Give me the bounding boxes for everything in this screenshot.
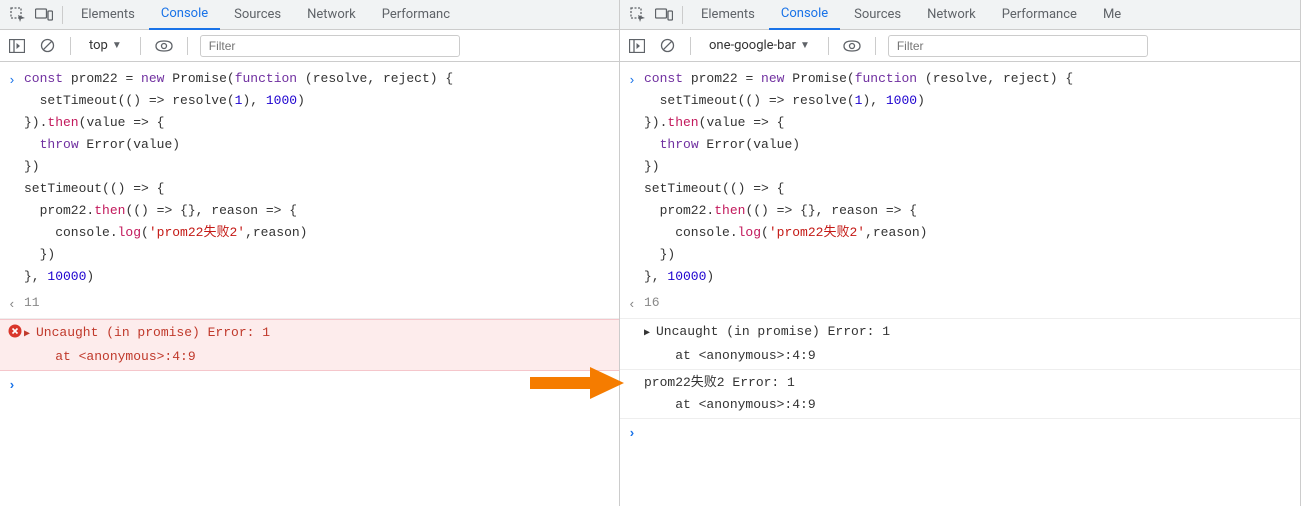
- return-value[interactable]: 11: [24, 292, 611, 314]
- tab-performance[interactable]: Performanc: [370, 0, 462, 30]
- expand-error-icon[interactable]: [644, 321, 656, 345]
- live-expression-icon[interactable]: [841, 35, 863, 57]
- tab-separator: [682, 6, 683, 24]
- prompt-marker: [628, 68, 644, 92]
- inspect-icon[interactable]: [626, 3, 650, 27]
- error-body[interactable]: Uncaught (in promise) Error: 1 at <anony…: [644, 321, 1292, 367]
- devtools-left-pane: Elements Console Sources Network Perform…: [0, 0, 620, 506]
- devtools-tabs: Elements Console Sources Network Perform…: [0, 0, 619, 30]
- clear-console-icon[interactable]: [36, 35, 58, 57]
- console-error-row: Uncaught (in promise) Error: 1 at <anony…: [620, 319, 1300, 370]
- tab-elements[interactable]: Elements: [689, 0, 767, 30]
- console-error-row: Uncaught (in promise) Error: 1 at <anony…: [0, 319, 619, 371]
- tab-elements[interactable]: Elements: [69, 0, 147, 30]
- filter-input[interactable]: [888, 35, 1148, 57]
- devtools-right-pane: Elements Console Sources Network Perform…: [620, 0, 1301, 506]
- clear-console-icon[interactable]: [656, 35, 678, 57]
- error-body[interactable]: Uncaught (in promise) Error: 1 at <anony…: [24, 322, 611, 368]
- chevron-down-icon: ▼: [800, 40, 810, 51]
- console-log-row: prom22失败2 Error: 1 at <anonymous>:4:9: [620, 370, 1300, 419]
- code-block[interactable]: const prom22 = new Promise(function (res…: [24, 68, 611, 288]
- console-output: const prom22 = new Promise(function (res…: [0, 62, 619, 506]
- return-marker: [628, 292, 644, 316]
- return-marker: [8, 292, 24, 316]
- expand-error-icon[interactable]: [24, 322, 36, 346]
- filter-box: [200, 35, 460, 57]
- toolbar-separator: [690, 37, 691, 55]
- prompt-marker: [8, 68, 24, 92]
- live-expression-icon[interactable]: [153, 35, 175, 57]
- tab-sources[interactable]: Sources: [222, 0, 293, 30]
- tab-console[interactable]: Console: [769, 0, 840, 30]
- log-body[interactable]: prom22失败2 Error: 1 at <anonymous>:4:9: [644, 372, 1292, 416]
- context-selector[interactable]: one-google-bar ▼: [703, 36, 816, 55]
- toolbar-separator2: [140, 37, 141, 55]
- console-toolbar: top ▼: [0, 30, 619, 62]
- empty-gutter: [628, 372, 644, 374]
- error-icon: [8, 322, 24, 338]
- sidebar-toggle-icon[interactable]: [626, 35, 648, 57]
- tab-memory[interactable]: Me: [1091, 0, 1133, 30]
- chevron-down-icon: ▼: [112, 40, 122, 51]
- tab-separator: [62, 6, 63, 24]
- inspect-icon[interactable]: [6, 3, 30, 27]
- tab-console[interactable]: Console: [149, 0, 220, 30]
- console-input-row: const prom22 = new Promise(function (res…: [0, 66, 619, 290]
- toolbar-separator3: [875, 37, 876, 55]
- console-return-row: 11: [0, 290, 619, 319]
- context-selector[interactable]: top ▼: [83, 36, 128, 55]
- device-toggle-icon[interactable]: [32, 3, 56, 27]
- device-toggle-icon[interactable]: [652, 3, 676, 27]
- annotation-arrow: [530, 365, 625, 401]
- console-toolbar: one-google-bar ▼: [620, 30, 1300, 62]
- console-output: const prom22 = new Promise(function (res…: [620, 62, 1300, 506]
- devtools-tabs: Elements Console Sources Network Perform…: [620, 0, 1300, 30]
- console-prompt[interactable]: ›: [620, 419, 1300, 449]
- filter-input[interactable]: [200, 35, 460, 57]
- tab-network[interactable]: Network: [295, 0, 368, 30]
- console-prompt[interactable]: ›: [0, 371, 619, 401]
- console-input-row: const prom22 = new Promise(function (res…: [620, 66, 1300, 290]
- code-block[interactable]: const prom22 = new Promise(function (res…: [644, 68, 1292, 288]
- tab-sources[interactable]: Sources: [842, 0, 913, 30]
- tab-performance[interactable]: Performance: [990, 0, 1089, 30]
- context-label: top: [89, 38, 108, 53]
- toolbar-separator2: [828, 37, 829, 55]
- toolbar-separator: [70, 37, 71, 55]
- return-value[interactable]: 16: [644, 292, 1292, 314]
- console-return-row: 16: [620, 290, 1300, 319]
- context-label: one-google-bar: [709, 38, 796, 53]
- sidebar-toggle-icon[interactable]: [6, 35, 28, 57]
- tab-network[interactable]: Network: [915, 0, 988, 30]
- toolbar-separator3: [187, 37, 188, 55]
- filter-box: [888, 35, 1148, 57]
- empty-gutter: [628, 321, 644, 323]
